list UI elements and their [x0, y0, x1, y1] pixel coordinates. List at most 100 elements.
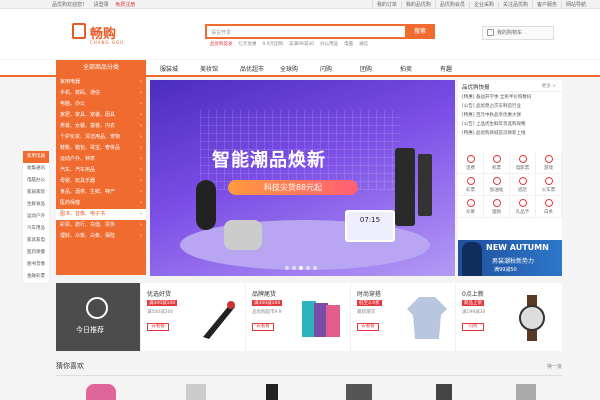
change-batch-link[interactable]: 换一批 — [547, 363, 562, 370]
deal-card[interactable]: 品牌尾货 满300减100 品优购超市9.9 去看看 — [245, 283, 350, 351]
link-enterprise[interactable]: 企业采购 — [468, 1, 498, 8]
promo-ad[interactable]: NEW AUTUMN 男装潮秋新势力 满99减50 — [458, 240, 562, 276]
carousel-dot[interactable] — [292, 266, 296, 270]
floor-nav-item[interactable]: 家居家装 — [23, 187, 49, 199]
nav-item[interactable]: 美妆馆 — [200, 64, 240, 73]
link-my-account[interactable]: 我的品优购 — [400, 1, 435, 8]
nav-item[interactable]: 有趣 — [440, 64, 480, 73]
product-thumbnail[interactable] — [516, 384, 536, 400]
search-input[interactable]: 语言开发 — [211, 29, 231, 36]
category-item[interactable]: 汽车、汽车用品 › — [56, 165, 146, 176]
product-thumbnail[interactable] — [186, 384, 206, 400]
logo-subtext: CHANG GOU — [90, 40, 125, 45]
service-hotel[interactable]: 酒店 — [510, 174, 536, 196]
cart-button[interactable]: 我的购物车 — [482, 26, 554, 40]
service-game[interactable]: 游戏 — [536, 152, 562, 174]
link-site-nav[interactable]: 网站导航 — [560, 1, 590, 8]
deal-button[interactable]: 去看看 — [252, 323, 274, 331]
category-item[interactable]: 食品、酒类、生鲜、特产 › — [56, 187, 146, 198]
link-my-orders[interactable]: 我的订单 — [371, 1, 401, 8]
hot-word[interactable]: 品优购首发 — [210, 41, 233, 47]
nav-item[interactable]: 团购 — [360, 64, 400, 73]
all-categories-button[interactable]: 全部商品分类 — [56, 60, 146, 77]
service-phone[interactable]: 话费 — [458, 152, 484, 174]
category-item-active[interactable]: 图书、音像、电子书 › — [56, 209, 146, 220]
floor-nav-item[interactable]: 电脑办公 — [23, 175, 49, 187]
carousel-dot[interactable] — [313, 266, 317, 270]
product-thumbnail[interactable] — [266, 384, 278, 400]
category-item[interactable]: 运动户外、钟表 › — [56, 154, 146, 165]
service-giftcard[interactable]: 礼品卡 — [510, 196, 536, 218]
service-gas[interactable]: 加油站 — [484, 174, 510, 196]
news-item[interactable]: [特惠] 备战开学季 全民半价购数码 — [462, 93, 558, 102]
category-item[interactable]: 男装、女装、童装、内衣 › — [56, 121, 146, 132]
floor-nav-item[interactable]: 图书音像 — [23, 259, 49, 271]
category-item[interactable]: 彩票、旅行、充值、票务 › — [56, 220, 146, 231]
hero-banner[interactable]: 智能潮品焕新 科技尖货88元起 07:15 — [150, 80, 455, 276]
category-item[interactable]: 手机、数码、通信 › — [56, 88, 146, 99]
watch-image — [519, 295, 545, 341]
hot-word[interactable]: 9.9元团购 — [263, 41, 284, 47]
hot-word[interactable]: 亿元优惠 — [239, 41, 257, 47]
category-item[interactable]: 家居、家具、家装、厨具 › — [56, 110, 146, 121]
link-member[interactable]: 品优购会员 — [434, 1, 469, 8]
carousel-dot[interactable] — [306, 266, 310, 270]
category-item[interactable]: 个护化妆、清洁用品、宠物 › — [56, 132, 146, 143]
service-finance[interactable]: 理财 — [484, 196, 510, 218]
news-item[interactable]: [公告] 上品优生鲜年货选购攻略 — [462, 120, 558, 129]
service-lottery[interactable]: 彩票 — [458, 174, 484, 196]
search-button[interactable]: 搜索 — [405, 24, 435, 39]
hot-word[interactable]: 办公用品 — [320, 41, 338, 47]
service-crowdfund[interactable]: 众筹 — [458, 196, 484, 218]
nav-item[interactable]: 品优超市 — [240, 64, 280, 73]
service-train[interactable]: 火车票 — [536, 174, 562, 196]
nav-item[interactable]: 闪购 — [320, 64, 360, 73]
link-customer-service[interactable]: 客户服务 — [531, 1, 561, 8]
category-item[interactable]: 理财、众筹、白条、保险 › — [56, 231, 146, 242]
deal-button[interactable]: 闪购 — [462, 323, 484, 331]
deal-button[interactable]: 去看看 — [357, 323, 379, 331]
service-movie[interactable]: 电影票 — [510, 152, 536, 174]
link-follow[interactable]: 关注品优购 — [497, 1, 532, 8]
news-item[interactable]: [特惠] 品优购商城首页焕新上线 — [462, 129, 558, 138]
hot-word[interactable]: 通信 — [359, 41, 368, 47]
today-recommend[interactable]: 今日推荐 — [56, 283, 140, 351]
floor-nav-item[interactable]: 医药保健 — [23, 247, 49, 259]
deal-card[interactable]: 时尚穿搭 低至3.6折 最新潮流 去看看 — [350, 283, 455, 351]
floor-nav-item[interactable]: 金融彩票 — [23, 271, 49, 283]
product-thumbnail[interactable] — [86, 384, 116, 400]
floor-nav-item[interactable]: 家具家电 — [23, 235, 49, 247]
carousel-dot[interactable] — [285, 266, 289, 270]
carousel-dot-active[interactable] — [299, 266, 303, 270]
service-flight[interactable]: 机票 — [484, 152, 510, 174]
news-more-link[interactable]: 更多 > — [542, 83, 556, 89]
hot-word[interactable]: 电脑 — [344, 41, 353, 47]
category-item[interactable]: 鞋靴、箱包、珠宝、奢侈品 › — [56, 143, 146, 154]
deal-card[interactable]: 0点上新 新品上架 满199减30 闪购 — [455, 283, 560, 351]
deal-button[interactable]: 去看看 — [147, 323, 169, 331]
nav-item[interactable]: 服装城 — [160, 64, 200, 73]
nav-item[interactable]: 拍卖 — [400, 64, 440, 73]
category-item[interactable]: 母婴、玩具乐器 › — [56, 176, 146, 187]
news-item[interactable]: [公告] 品优稳占京东制造行业 — [462, 102, 558, 111]
product-thumbnail[interactable] — [436, 384, 452, 400]
floor-nav-item[interactable]: 汽车用品 — [23, 223, 49, 235]
login-link[interactable]: 请登录 — [94, 2, 109, 8]
category-item[interactable]: 电脑、办公 › — [56, 99, 146, 110]
category-item[interactable]: 医药保健 › — [56, 198, 146, 209]
news-item[interactable]: [特惠] 百元中秋品享优惠大饼 — [462, 111, 558, 120]
blouse-image — [407, 297, 447, 339]
floor-nav-item[interactable]: 家用电器 — [23, 151, 49, 163]
nav-item[interactable]: 全球购 — [280, 64, 320, 73]
product-thumbnail[interactable] — [346, 384, 372, 400]
deal-sub: 最新潮流 — [357, 310, 375, 315]
floor-nav-item[interactable]: 生鲜食品 — [23, 199, 49, 211]
category-item[interactable]: 家用电器 › — [56, 77, 146, 88]
floor-nav-item[interactable]: 收集通讯 — [23, 163, 49, 175]
deal-card[interactable]: 优选好货 满300减100 满500减200 去看看 — [140, 283, 245, 351]
service-credit[interactable]: 白条 — [536, 196, 562, 218]
floor-nav-item[interactable]: 运动户外 — [23, 211, 49, 223]
register-link[interactable]: 免费注册 — [115, 2, 135, 8]
hot-word[interactable]: 美满99减30 — [289, 41, 314, 47]
site-logo[interactable]: 畅购 CHANG GOU — [72, 23, 132, 51]
